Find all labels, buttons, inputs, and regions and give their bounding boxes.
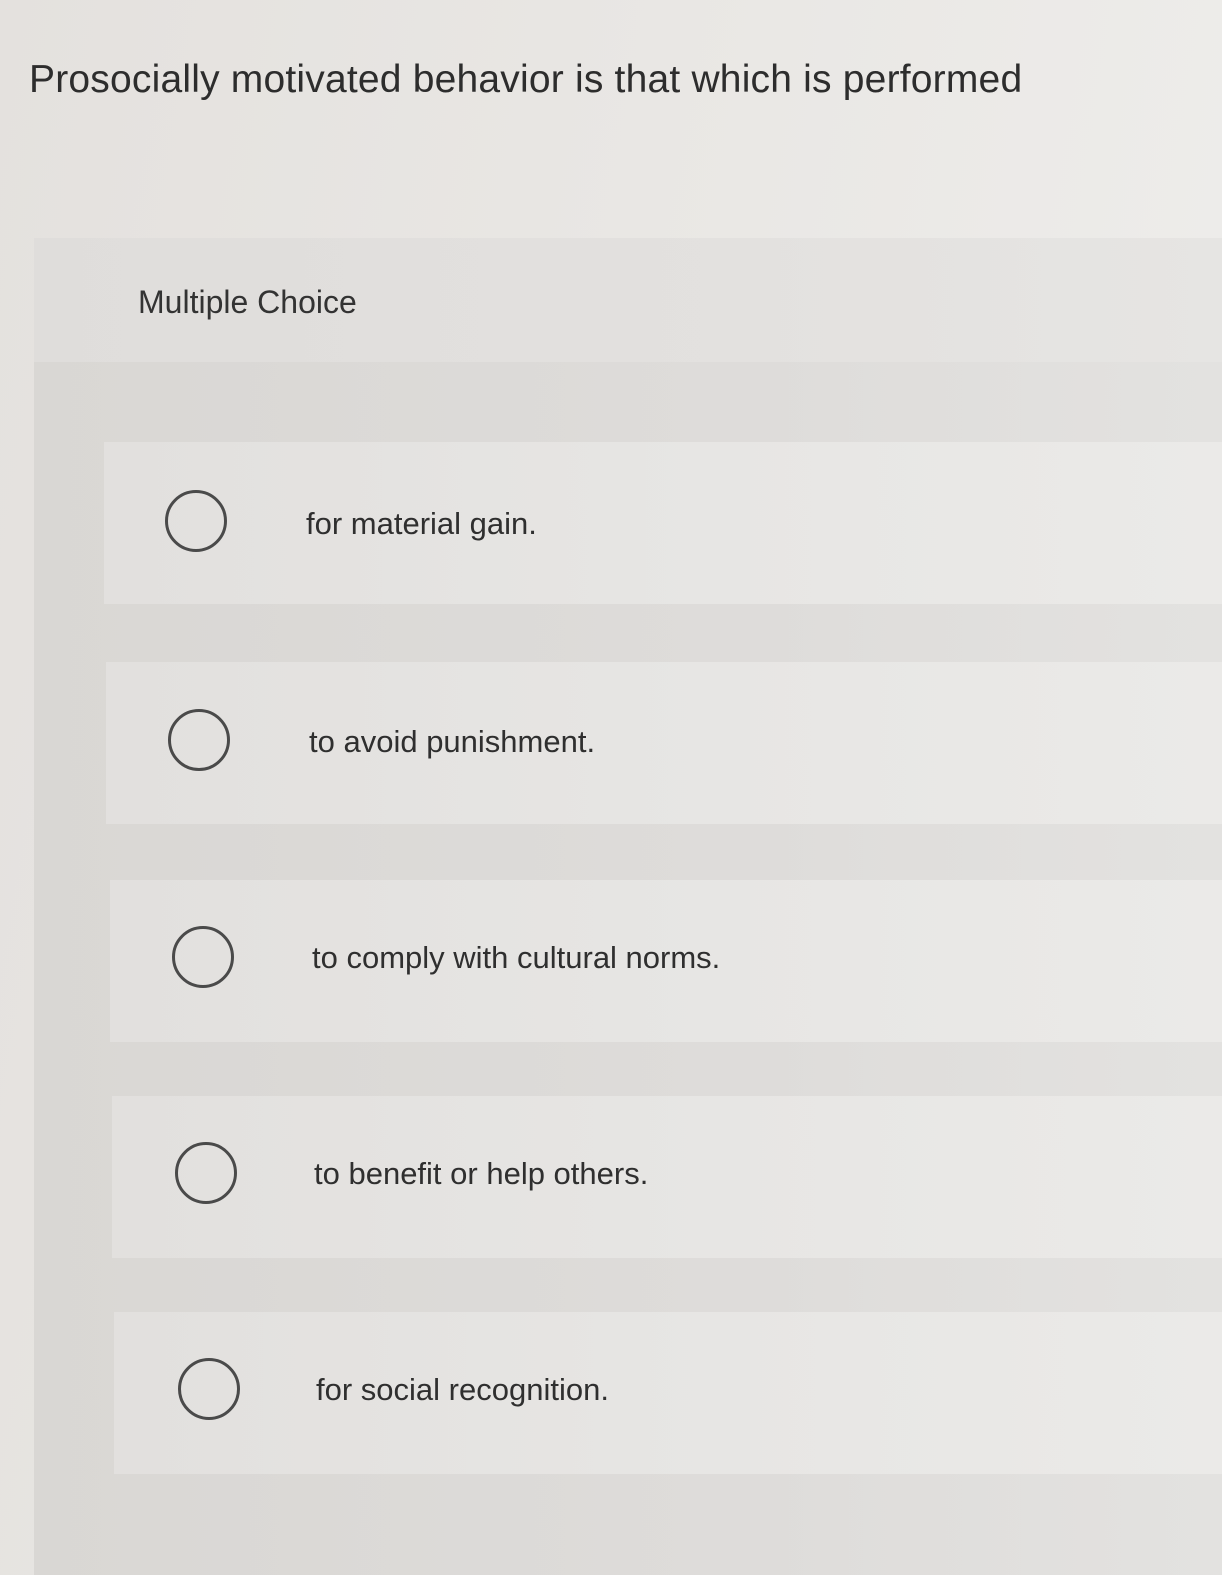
radio-button-5[interactable] <box>178 1358 240 1420</box>
question-text: Prosocially motivated behavior is that w… <box>29 58 1023 101</box>
radio-button-2[interactable] <box>168 709 230 771</box>
question-type-label: Multiple Choice <box>138 284 357 320</box>
option-label-3: to comply with cultural norms. <box>312 940 721 975</box>
option-1[interactable]: for material gain. <box>104 442 1222 604</box>
answer-panel: Multiple Choice for material gain. to av… <box>34 238 1222 1575</box>
option-4[interactable]: to benefit or help others. <box>112 1096 1222 1258</box>
option-5[interactable]: for social recognition. <box>114 1312 1222 1474</box>
panel-header: Multiple Choice <box>34 238 1222 362</box>
option-2[interactable]: to avoid punishment. <box>106 662 1222 824</box>
quiz-page: Prosocially motivated behavior is that w… <box>0 0 1222 1575</box>
option-label-5: for social recognition. <box>316 1372 609 1407</box>
option-label-4: to benefit or help others. <box>314 1156 649 1191</box>
option-label-1: for material gain. <box>306 506 537 541</box>
option-3[interactable]: to comply with cultural norms. <box>110 880 1222 1042</box>
option-label-2: to avoid punishment. <box>309 724 596 759</box>
options-list: for material gain. to avoid punishment. … <box>34 362 1222 1575</box>
radio-button-4[interactable] <box>175 1142 237 1204</box>
radio-button-1[interactable] <box>165 490 227 552</box>
radio-button-3[interactable] <box>172 926 234 988</box>
